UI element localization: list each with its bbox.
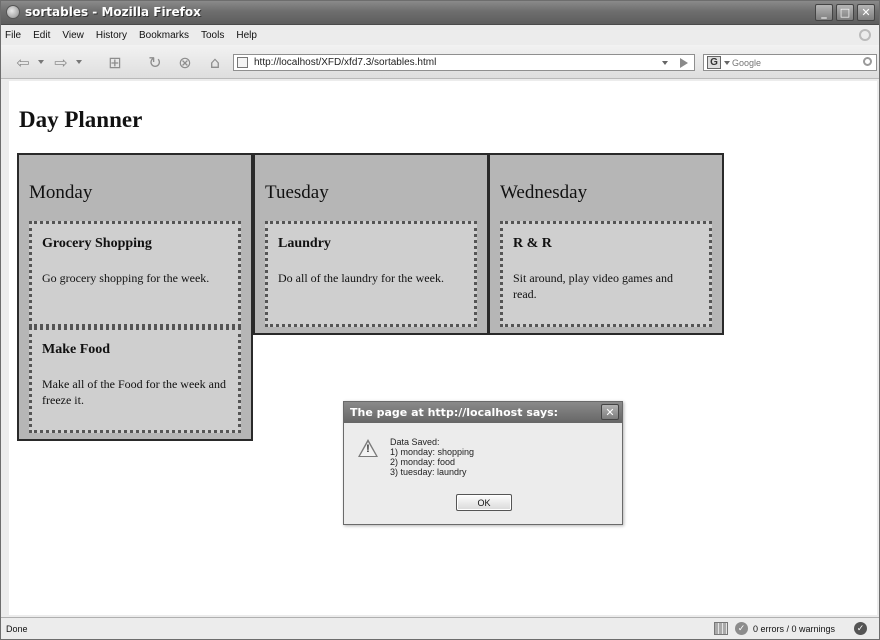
validator-ok-icon[interactable]: ✓ bbox=[854, 622, 867, 635]
stop-icon[interactable]: ⊗ bbox=[175, 53, 195, 72]
menu-edit[interactable]: Edit bbox=[33, 30, 50, 41]
reload-icon[interactable]: ↻ bbox=[145, 53, 165, 72]
activity-throbber-icon bbox=[859, 29, 871, 41]
maximize-button[interactable]: □ bbox=[836, 4, 854, 21]
back-icon[interactable]: ⇦ bbox=[13, 53, 33, 72]
day-column-monday: Monday Grocery Shopping Go grocery shopp… bbox=[17, 153, 253, 441]
page-icon bbox=[237, 57, 248, 68]
page-title: Day Planner bbox=[19, 107, 143, 132]
day-column-wednesday: Wednesday R & R Sit around, play video g… bbox=[488, 153, 724, 335]
menu-bookmarks[interactable]: Bookmarks bbox=[139, 30, 189, 41]
menu-view[interactable]: View bbox=[62, 30, 84, 41]
task-title: Make Food bbox=[42, 342, 111, 357]
navigation-toolbar: ⇦ ⇨ ⊞ ↻ ⊗ ⌂ http://localhost/XFD/xfd7.3/… bbox=[1, 45, 879, 79]
window-title: sortables - Mozilla Firefox bbox=[25, 5, 201, 19]
search-engine-dropdown-icon[interactable] bbox=[724, 61, 730, 65]
new-tab-icon[interactable]: ⊞ bbox=[105, 53, 125, 72]
day-column-tuesday: Tuesday Laundry Do all of the laundry fo… bbox=[253, 153, 489, 335]
menu-history[interactable]: History bbox=[96, 30, 127, 41]
task-title: Grocery Shopping bbox=[42, 236, 152, 251]
day-heading: Tuesday bbox=[265, 182, 329, 203]
dialog-message-line: 2) monday: food bbox=[390, 457, 456, 467]
dialog-title-bar[interactable]: The page at http://localhost says: ✕ bbox=[344, 402, 622, 423]
status-bar: Done ✓ 0 errors / 0 warnings ✓ bbox=[1, 617, 879, 639]
task-description: Do all of the laundry for the week. bbox=[278, 271, 444, 285]
task-description: Sit around, play video games and read. bbox=[513, 271, 673, 301]
task-title: R & R bbox=[513, 236, 552, 251]
window-controls: _ □ ✕ bbox=[815, 4, 875, 21]
task-card[interactable]: Grocery Shopping Go grocery shopping for… bbox=[29, 221, 241, 327]
close-icon[interactable]: ✕ bbox=[601, 404, 619, 420]
day-heading: Wednesday bbox=[500, 182, 588, 203]
task-description: Make all of the Food for the week and fr… bbox=[42, 377, 226, 407]
title-bar[interactable]: sortables - Mozilla Firefox _ □ ✕ bbox=[1, 1, 879, 25]
task-card[interactable]: Make Food Make all of the Food for the w… bbox=[29, 327, 241, 433]
menu-tools[interactable]: Tools bbox=[201, 30, 224, 41]
search-bar: G bbox=[703, 54, 877, 71]
forward-icon[interactable]: ⇨ bbox=[51, 53, 71, 72]
error-count[interactable]: 0 errors / 0 warnings bbox=[753, 624, 835, 634]
alert-dialog: The page at http://localhost says: ✕ ! D… bbox=[343, 401, 623, 525]
url-dropdown-icon[interactable] bbox=[662, 61, 668, 65]
close-window-button[interactable]: ✕ bbox=[857, 4, 875, 21]
check-icon[interactable]: ✓ bbox=[735, 622, 748, 635]
page-content: Day Planner Monday Grocery Shopping Go g… bbox=[9, 81, 877, 615]
forward-history-dropdown-icon[interactable] bbox=[76, 60, 82, 64]
minimize-button[interactable]: _ bbox=[815, 4, 833, 21]
url-text[interactable]: http://localhost/XFD/xfd7.3/sortables.ht… bbox=[254, 57, 436, 68]
status-text: Done bbox=[6, 624, 28, 634]
browser-window: sortables - Mozilla Firefox _ □ ✕ File E… bbox=[0, 0, 880, 640]
home-icon[interactable]: ⌂ bbox=[205, 53, 225, 72]
menu-bar: File Edit View History Bookmarks Tools H… bbox=[1, 26, 879, 44]
task-title: Laundry bbox=[278, 236, 331, 251]
warning-icon-mark: ! bbox=[366, 443, 370, 455]
ok-button[interactable]: OK bbox=[456, 494, 512, 511]
address-bar[interactable]: http://localhost/XFD/xfd7.3/sortables.ht… bbox=[233, 54, 695, 71]
menu-file[interactable]: File bbox=[5, 30, 21, 41]
back-history-dropdown-icon[interactable] bbox=[38, 60, 44, 64]
day-heading: Monday bbox=[29, 182, 93, 203]
dialog-title: The page at http://localhost says: bbox=[350, 406, 559, 419]
dialog-message-line: Data Saved: bbox=[390, 437, 440, 447]
search-input[interactable] bbox=[732, 56, 850, 69]
task-description: Go grocery shopping for the week. bbox=[42, 271, 210, 285]
task-card[interactable]: Laundry Do all of the laundry for the we… bbox=[265, 221, 477, 327]
go-icon[interactable] bbox=[680, 58, 688, 68]
dialog-message-line: 3) tuesday: laundry bbox=[390, 467, 467, 477]
dialog-message: Data Saved: 1) monday: shopping 2) monda… bbox=[390, 437, 474, 477]
search-engine-icon[interactable]: G bbox=[707, 56, 721, 69]
menu-help[interactable]: Help bbox=[236, 30, 257, 41]
status-grid-icon[interactable] bbox=[714, 622, 728, 635]
dialog-message-line: 1) monday: shopping bbox=[390, 447, 475, 457]
search-icon[interactable] bbox=[863, 57, 872, 66]
browser-logo-icon bbox=[6, 5, 20, 19]
task-card[interactable]: R & R Sit around, play video games and r… bbox=[500, 221, 712, 327]
